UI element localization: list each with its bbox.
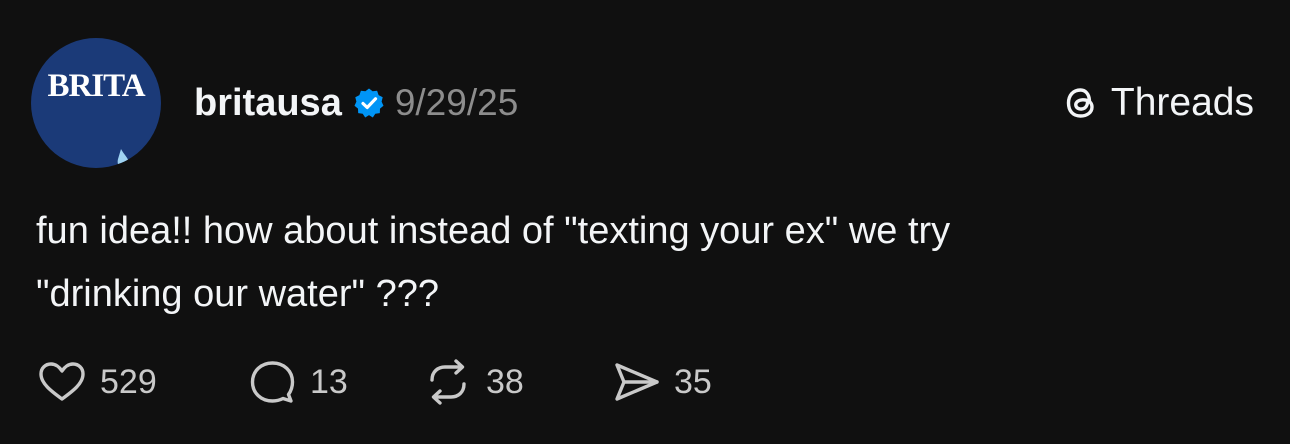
reply-count: 13 [310, 362, 348, 401]
platform-badge: Threads [1059, 78, 1254, 128]
reply-button[interactable]: 13 [246, 356, 422, 408]
share-button[interactable]: 35 [610, 356, 750, 408]
like-button[interactable]: 529 [36, 356, 246, 408]
water-drops-icon [117, 149, 139, 168]
post-body: fun idea!! how about instead of "texting… [36, 200, 1236, 326]
paper-plane-icon [615, 363, 659, 401]
username[interactable]: britausa [194, 82, 342, 125]
avatar-logo-text: BRITA [47, 68, 145, 104]
share-count: 35 [674, 362, 712, 401]
repost-button[interactable]: 38 [422, 356, 610, 408]
speech-bubble-icon [250, 361, 295, 403]
post-date: 9/29/25 [394, 82, 519, 123]
threads-logo-icon [1066, 88, 1094, 118]
platform-label: Threads [1110, 81, 1254, 124]
verified-badge-icon [354, 88, 384, 118]
post-text-line-1: fun idea!! how about instead of "texting… [36, 210, 951, 252]
like-count: 529 [100, 362, 157, 401]
threads-post: BRITA britausa 9/29/25 Threads fun idea!… [0, 0, 1290, 444]
heart-icon [39, 362, 85, 401]
avatar[interactable]: BRITA [31, 38, 161, 168]
action-bar: 529 13 38 35 [36, 356, 750, 408]
post-text-line-2: "drinking our water" ??? [36, 273, 439, 315]
repost-arrows-icon [430, 359, 466, 405]
post-header: britausa 9/29/25 [194, 78, 518, 128]
repost-count: 38 [486, 362, 524, 401]
